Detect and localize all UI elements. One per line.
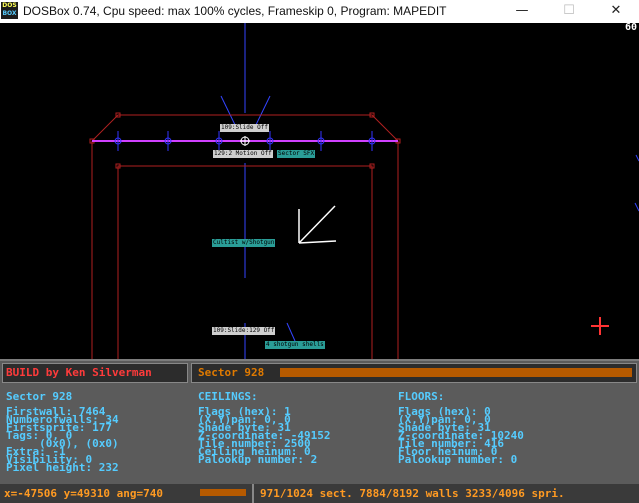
sector-info-title: Sector 928 bbox=[6, 390, 73, 403]
icon-text-top: DOS bbox=[2, 2, 17, 9]
minimize-button[interactable]: — bbox=[499, 0, 545, 23]
map-stats-readout: 971/1024 sect. 7884/8192 walls 3233/4096… bbox=[260, 487, 565, 500]
map-editor-canvas[interactable] bbox=[0, 23, 639, 359]
sector-header-bar bbox=[280, 368, 632, 377]
window-titlebar[interactable]: DOS BOX DOSBox 0.74, Cpu speed: max 100%… bbox=[0, 0, 639, 23]
status-divider bbox=[0, 359, 639, 361]
crosshair-cursor bbox=[591, 317, 609, 335]
build-title: BUILD by Ken Silverman bbox=[6, 366, 152, 379]
sector-header-title: Sector 928 bbox=[198, 366, 265, 379]
offscreen-marker bbox=[634, 202, 639, 212]
bottom-divider bbox=[252, 484, 254, 503]
sprite-label[interactable]: 109:Slide Off bbox=[220, 124, 269, 132]
sprite-label[interactable]: Sector SFX bbox=[277, 150, 316, 158]
floors-title: FLOORS: bbox=[398, 390, 445, 403]
sprite-label[interactable]: 4 shotgun shells bbox=[265, 341, 325, 349]
sprite-marker-center[interactable] bbox=[240, 136, 250, 146]
ceiling-palookup: Palookup number: 2 bbox=[198, 453, 318, 466]
sprite-label[interactable]: Cultist w/Shotgun bbox=[212, 239, 276, 247]
sprite-label[interactable]: 109:Slide:129 Off bbox=[212, 327, 276, 335]
maximize-button[interactable]: ☐ bbox=[546, 0, 592, 23]
close-button[interactable]: ✕ bbox=[593, 0, 639, 23]
sprite-direction-line bbox=[286, 322, 296, 342]
sprite-label[interactable]: 129:2 Motion Off bbox=[213, 150, 273, 158]
position-bar bbox=[200, 489, 246, 496]
window-title: DOSBox 0.74, Cpu speed: max 100% cycles,… bbox=[23, 4, 447, 18]
dosbox-app-icon: DOS BOX bbox=[1, 2, 18, 19]
floor-palookup: Palookup number: 0 bbox=[398, 453, 518, 466]
player-position-arrow bbox=[298, 205, 337, 244]
ceilings-title: CEILINGS: bbox=[198, 390, 258, 403]
icon-text-bottom: BOX bbox=[2, 10, 17, 17]
position-readout: x=-47506 y=49310 ang=740 bbox=[4, 487, 163, 500]
pixel-height-value: Pixel height: 232 bbox=[6, 461, 119, 474]
